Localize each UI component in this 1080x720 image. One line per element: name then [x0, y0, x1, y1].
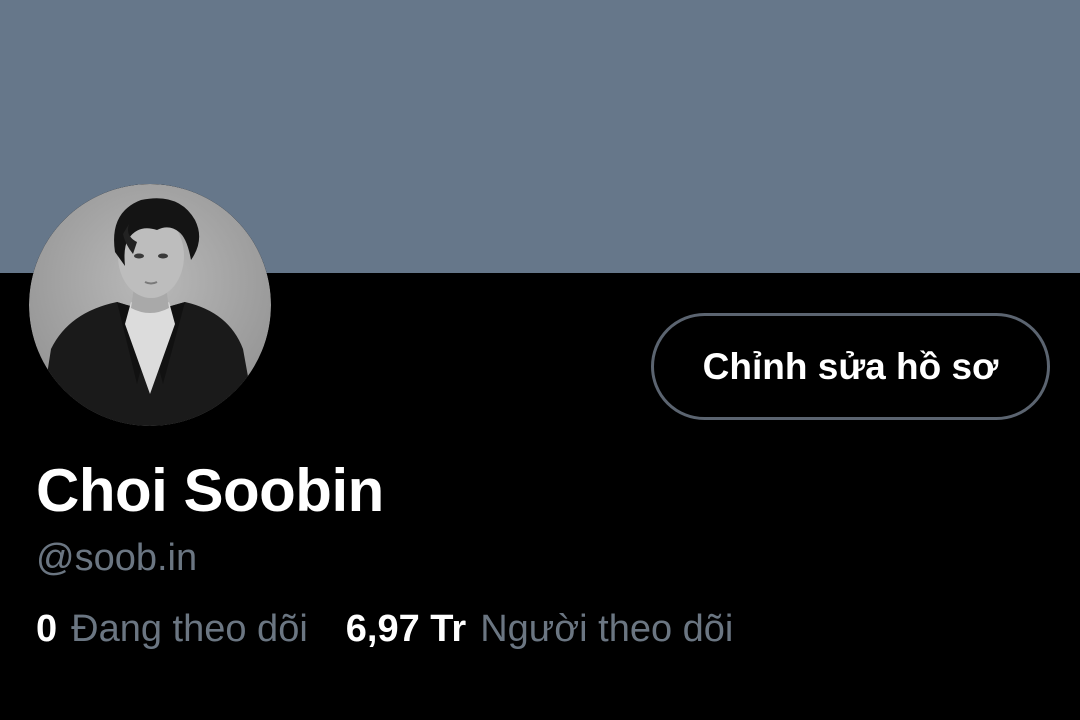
- followers-count: 6,97 Tr: [345, 608, 467, 650]
- user-handle: @soob.in: [36, 537, 198, 579]
- following-stat[interactable]: 0 Đang theo dõi: [36, 604, 308, 654]
- following-label: Đang theo dõi: [71, 608, 308, 650]
- avatar[interactable]: [29, 184, 271, 426]
- edit-profile-button[interactable]: Chỉnh sửa hồ sơ: [651, 313, 1050, 420]
- following-count: 0: [36, 608, 58, 650]
- display-name: Choi Soobin: [36, 457, 384, 524]
- followers-label: Người theo dõi: [480, 608, 734, 650]
- followers-stat[interactable]: 6,97 Tr Người theo dõi: [346, 604, 734, 654]
- profile-screen: Chỉnh sửa hồ sơ Choi Soobin @soob.in 0 Đ…: [0, 0, 1080, 720]
- profile-photo: [29, 184, 271, 426]
- profile-stats: 0 Đang theo dõi 6,97 Tr Người theo dõi: [36, 604, 733, 654]
